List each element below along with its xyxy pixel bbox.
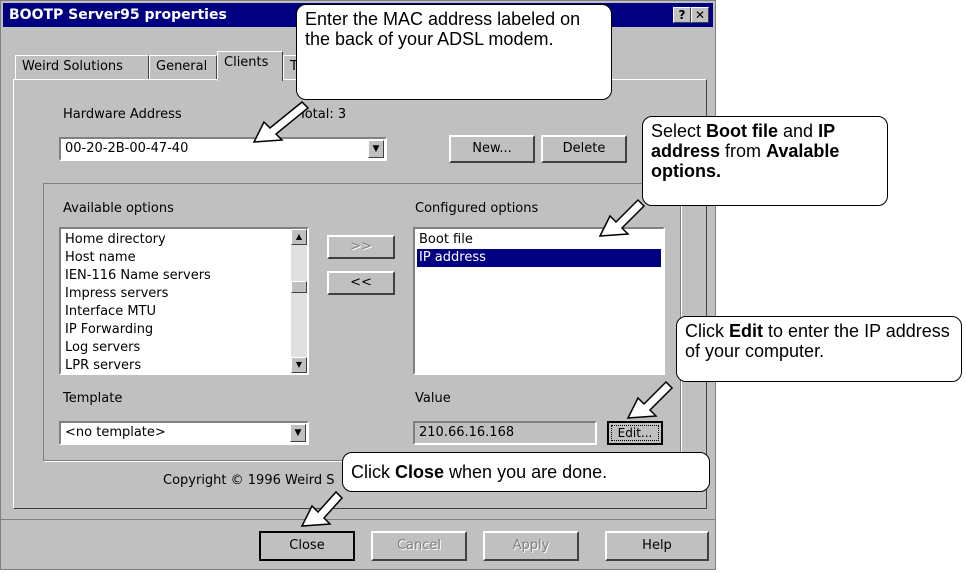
list-item-selected[interactable]: IP address [417, 249, 661, 267]
list-item[interactable]: Impress servers [63, 285, 289, 303]
scroll-thumb[interactable] [291, 281, 307, 293]
list-item[interactable]: Host name [63, 249, 289, 267]
hardware-address-dropdown[interactable]: 00-20-2B-00-47-40 ▼ [59, 137, 387, 161]
scroll-up-icon[interactable]: ▲ [291, 229, 307, 245]
close-button[interactable]: Close [259, 531, 355, 561]
footer-divider [1, 519, 715, 520]
value-label: Value [415, 391, 451, 406]
add-option-button[interactable]: >> [327, 235, 395, 259]
remove-option-button[interactable]: << [327, 271, 395, 295]
arrow-to-close-icon [300, 490, 344, 527]
close-icon[interactable]: ✕ [691, 7, 709, 23]
callout-bold: Edit [729, 321, 763, 341]
callout-text: Select [651, 121, 707, 141]
configured-options-label: Configured options [415, 201, 539, 216]
template-dropdown[interactable]: <no template> ▼ [59, 421, 309, 445]
hardware-address-value: 00-20-2B-00-47-40 [65, 141, 189, 156]
edit-callout: Click Edit to enter the IP address of yo… [676, 316, 962, 382]
arrow-to-hardware-icon [252, 100, 310, 143]
window-title: BOOTP Server95 properties [9, 7, 227, 23]
cancel-button[interactable]: Cancel [371, 531, 467, 561]
hardware-address-label: Hardware Address [63, 107, 182, 122]
value-field[interactable]: 210.66.16.168 [413, 421, 597, 445]
total-count: 3 [337, 107, 347, 122]
callout-text: Click [685, 321, 729, 341]
template-value: <no template> [65, 425, 166, 440]
tab-clients[interactable]: Clients [217, 51, 283, 81]
available-options-label: Available options [63, 201, 174, 216]
available-options-list[interactable]: Home directory Host name IEN-116 Name se… [59, 227, 309, 375]
list-item[interactable]: IP Forwarding [63, 321, 289, 339]
copyright-text: Copyright © 1996 Weird S [163, 473, 335, 488]
value-text: 210.66.16.168 [419, 425, 515, 440]
list-item[interactable]: Home directory [63, 231, 289, 249]
list-item[interactable]: Interface MTU [63, 303, 289, 321]
arrow-to-edit-icon [626, 380, 674, 419]
list-item[interactable]: Log servers [63, 339, 289, 357]
callout-text: when you are done. [444, 462, 608, 482]
arrow-to-configured-icon [598, 198, 646, 237]
callout-text: Click [351, 462, 395, 482]
select-options-callout: Select Boot file and IP address from Ava… [642, 116, 888, 206]
template-label: Template [63, 391, 123, 406]
available-scrollbar[interactable]: ▲ ▼ [291, 229, 307, 373]
mac-address-callout: Enter the MAC address labeled on the bac… [296, 4, 612, 100]
tab-weird-solutions[interactable]: Weird Solutions [15, 55, 149, 79]
new-button[interactable]: New... [449, 135, 535, 163]
callout-bold: Close [395, 462, 445, 482]
list-item[interactable]: IEN-116 Name servers [63, 267, 289, 285]
tab-general[interactable]: General [149, 55, 217, 79]
help-button[interactable]: Help [605, 531, 709, 561]
callout-text: and [778, 121, 819, 141]
apply-button[interactable]: Apply [483, 531, 579, 561]
chevron-down-icon[interactable]: ▼ [368, 140, 384, 158]
list-item[interactable]: LPR servers [63, 357, 289, 373]
callout-text: from [720, 141, 767, 161]
callout-bold: Boot file [706, 121, 779, 141]
available-options-items: Home directory Host name IEN-116 Name se… [63, 231, 289, 373]
edit-button[interactable]: Edit... [607, 421, 663, 445]
delete-button[interactable]: Delete [541, 135, 627, 163]
help-icon[interactable]: ? [673, 7, 691, 23]
close-callout: Click Close when you are done. [342, 452, 710, 492]
scroll-down-icon[interactable]: ▼ [291, 357, 307, 373]
configured-options-list[interactable]: Boot file IP address [413, 227, 665, 375]
chevron-down-icon[interactable]: ▼ [290, 424, 306, 442]
